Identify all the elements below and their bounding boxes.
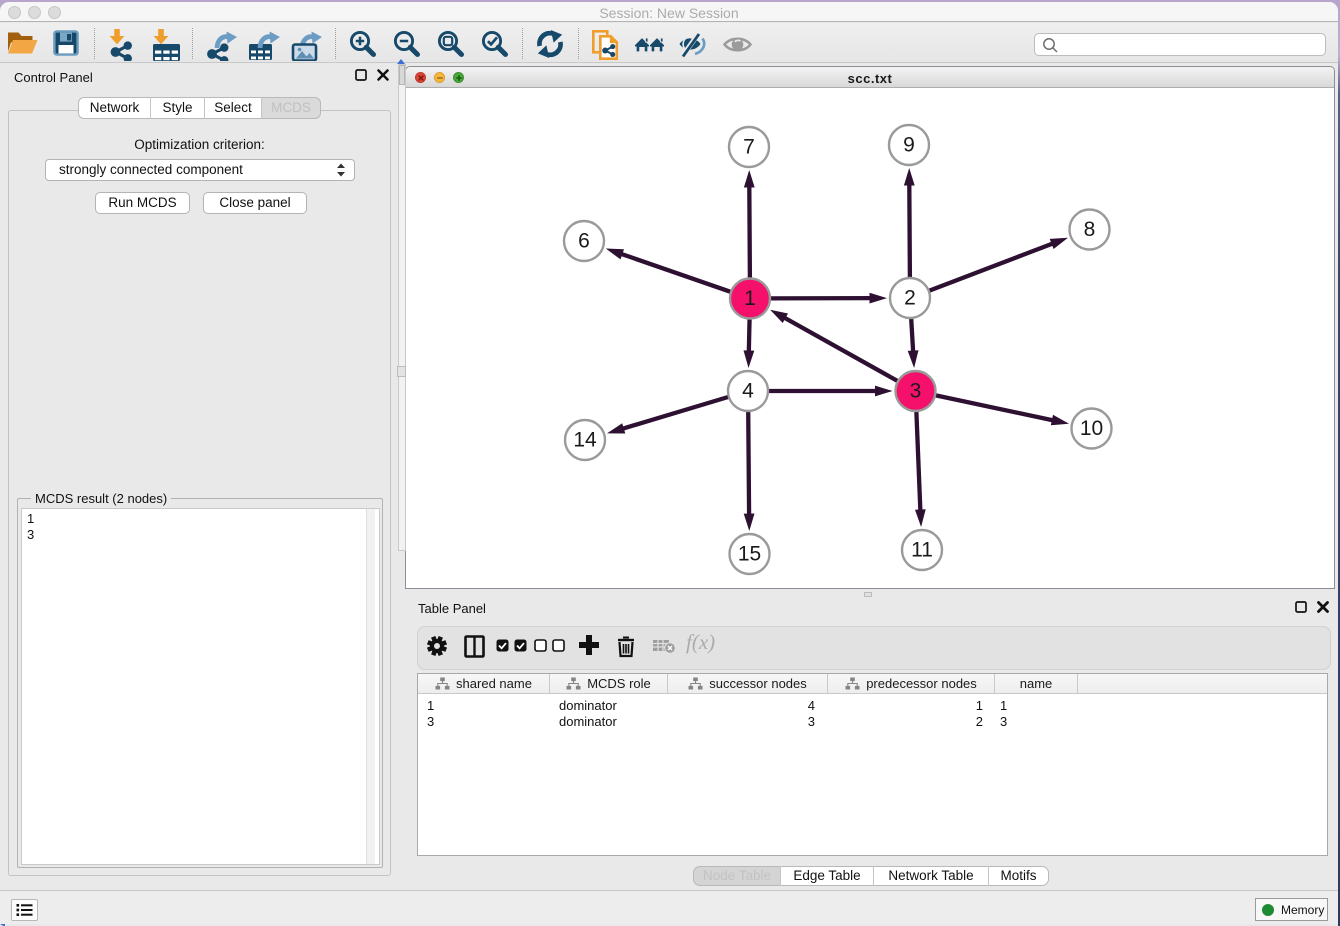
svg-text:1: 1	[744, 287, 756, 310]
svg-text:7: 7	[743, 136, 755, 159]
svg-text:8: 8	[1084, 218, 1096, 241]
svg-text:3: 3	[910, 380, 922, 403]
svg-text:4: 4	[742, 380, 754, 403]
svg-text:15: 15	[738, 543, 761, 566]
svg-text:11: 11	[911, 539, 933, 562]
svg-text:6: 6	[578, 230, 590, 253]
svg-text:14: 14	[573, 429, 597, 452]
svg-text:9: 9	[903, 134, 915, 157]
svg-text:2: 2	[904, 287, 916, 310]
svg-text:10: 10	[1080, 417, 1103, 440]
